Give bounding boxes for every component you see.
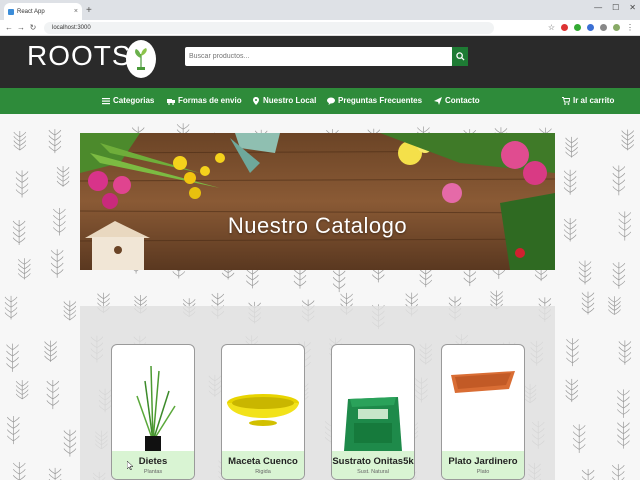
product-name: Maceta Cuenco: [228, 456, 298, 467]
list-icon: [102, 98, 110, 105]
product-category: Rigida: [255, 469, 271, 475]
nav-carrito[interactable]: Ir al carrito: [562, 88, 614, 114]
extension-gray-icon[interactable]: [600, 24, 607, 31]
nav-contacto[interactable]: Contacto: [434, 88, 480, 114]
product-card-footer: Sustrato Onitas5k Sust. Natural: [332, 451, 414, 479]
product-card-footer: Plato Jardinero Plato: [442, 451, 524, 479]
window-controls: — ☐ ✕: [594, 3, 636, 12]
mouse-cursor-icon: [127, 461, 133, 470]
url-field[interactable]: localhost:3000: [44, 21, 494, 34]
new-tab-icon[interactable]: +: [86, 5, 92, 16]
nav-categorias[interactable]: Categorias: [102, 88, 154, 114]
nav-contacto-label: Contacto: [445, 96, 480, 105]
minimize-icon[interactable]: —: [594, 3, 602, 12]
nav-preguntas-label: Preguntas Frecuentes: [338, 96, 423, 105]
reload-icon[interactable]: ↻: [28, 23, 38, 32]
nav-nuestro-local[interactable]: Nuestro Local: [252, 88, 316, 114]
extension-red-icon[interactable]: [561, 24, 568, 31]
product-category: Plantas: [143, 469, 163, 475]
react-favicon-icon: [8, 8, 14, 15]
product-image-dietes: [112, 345, 194, 451]
search-input[interactable]: [185, 47, 453, 66]
main-nav: Categorias Formas de envio Nuestro Local…: [0, 88, 640, 114]
cart-icon: [562, 97, 570, 105]
product-name: Sustrato Onitas5k: [332, 456, 414, 467]
nav-carrito-label: Ir al carrito: [573, 96, 615, 105]
star-icon[interactable]: ☆: [548, 23, 555, 32]
extension-icons: ☆ ⋮: [548, 23, 640, 32]
logo-badge-icon[interactable]: [126, 40, 156, 78]
window-close-icon[interactable]: ✕: [629, 3, 636, 12]
product-name: Plato Jardinero: [448, 456, 518, 467]
nav-formas-envio[interactable]: Formas de envio: [167, 88, 242, 114]
close-tab-icon[interactable]: ×: [74, 8, 78, 15]
paper-plane-icon: [434, 97, 442, 105]
tab-title: React App: [17, 8, 45, 15]
address-bar: ← → ↻ localhost:3000 ☆ ⋮: [0, 20, 640, 36]
product-card[interactable]: Dietes Plantas: [111, 344, 195, 480]
nav-categorias-label: Categorias: [113, 96, 155, 105]
nav-preguntas[interactable]: Preguntas Frecuentes: [327, 88, 422, 114]
site-logo[interactable]: ROOTS: [27, 40, 132, 72]
extension-blue-icon[interactable]: [587, 24, 594, 31]
map-pin-icon: [253, 97, 259, 105]
profile-avatar[interactable]: [613, 24, 620, 31]
site-header: ROOTS: [0, 36, 640, 88]
product-name: Dietes: [138, 456, 168, 467]
chat-icon: [327, 97, 335, 105]
product-category: Sust. Natural: [357, 469, 389, 475]
browser-tab[interactable]: React App ×: [4, 3, 82, 20]
product-category: Plato: [476, 469, 490, 475]
search-button[interactable]: [452, 47, 468, 66]
nav-nuestro-local-label: Nuestro Local: [263, 96, 317, 105]
truck-icon: [167, 99, 175, 105]
product-card[interactable]: Maceta Cuenco Rigida: [221, 344, 305, 480]
banner-title: Nuestro Catalogo: [227, 213, 408, 238]
product-card-footer: Dietes Plantas: [112, 451, 194, 479]
catalog-banner: Nuestro Catalogo: [80, 133, 555, 270]
product-card-footer: Maceta Cuenco Rigida: [222, 451, 304, 479]
product-card[interactable]: Plato Jardinero Plato: [441, 344, 525, 480]
product-image-maceta-cuenco: [222, 345, 304, 451]
browser-tabbar: React App × + — ☐ ✕: [0, 0, 640, 20]
menu-icon[interactable]: ⋮: [626, 23, 634, 32]
product-image-sustrato: [332, 345, 414, 451]
back-icon[interactable]: ←: [4, 23, 14, 32]
nav-formas-envio-label: Formas de envio: [178, 96, 242, 105]
maximize-icon[interactable]: ☐: [612, 3, 619, 12]
product-image-plato-jardinero: [442, 345, 524, 451]
forward-icon[interactable]: →: [16, 23, 26, 32]
product-card[interactable]: Sustrato Onitas5k Sust. Natural: [331, 344, 415, 480]
extension-green-icon[interactable]: [574, 24, 581, 31]
garden-banner-image: [80, 133, 555, 270]
search-icon: [455, 52, 465, 61]
